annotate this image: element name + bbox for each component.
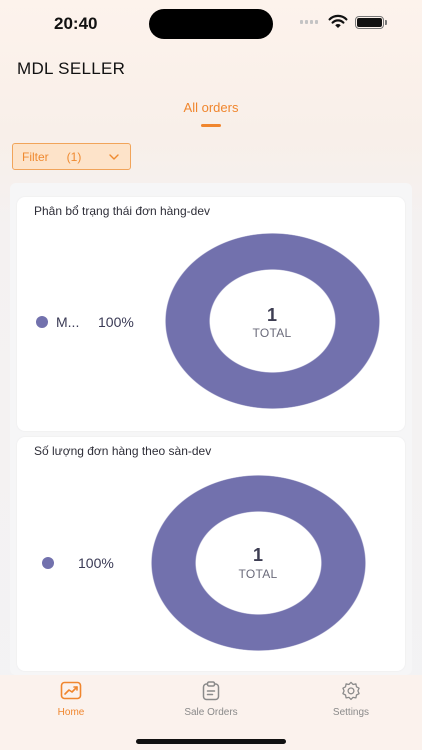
donut-total-value: 1 xyxy=(252,545,263,565)
chart-line-icon xyxy=(60,681,82,700)
nav-sale-orders[interactable]: Sale Orders xyxy=(161,681,261,718)
tab-all-orders[interactable]: All orders xyxy=(0,100,422,115)
nav-home-label: Home xyxy=(57,707,85,718)
legend-percent: 100% xyxy=(98,314,134,330)
donut-total-value: 1 xyxy=(266,305,277,325)
legend-marker xyxy=(36,316,48,328)
status-time: 20:40 xyxy=(54,14,98,33)
chart-card-order-status: Phân bổ trạng thái đơn hàng-dev M... 100… xyxy=(17,197,405,431)
donut-total-label: TOTAL xyxy=(252,326,292,340)
dynamic-island xyxy=(149,9,273,39)
active-tab-indicator xyxy=(201,124,221,127)
chart-card-orders-by-channel: Số lượng đơn hàng theo sàn-dev 100% 1 TO… xyxy=(17,437,405,671)
clipboard-icon xyxy=(202,681,220,701)
nav-settings[interactable]: Settings xyxy=(301,681,401,718)
status-bar: 20:40 xyxy=(0,0,422,48)
battery-icon xyxy=(355,16,387,29)
legend-label: M... xyxy=(56,314,80,330)
home-indicator xyxy=(136,739,286,744)
nav-home[interactable]: Home xyxy=(21,681,121,718)
filter-count: (1) xyxy=(66,149,82,164)
cellular-signal-icon xyxy=(300,20,318,24)
legend-percent: 100% xyxy=(78,555,114,571)
legend-marker xyxy=(42,557,54,569)
app-title: MDL SELLER xyxy=(17,59,126,78)
chart-title: Số lượng đơn hàng theo sàn-dev xyxy=(34,444,212,458)
wifi-icon xyxy=(328,14,348,28)
gear-icon xyxy=(342,681,360,701)
nav-settings-label: Settings xyxy=(332,707,370,718)
filter-dropdown[interactable]: Filter (1) xyxy=(12,143,131,170)
donut-total-label: TOTAL xyxy=(238,567,278,581)
nav-sale-orders-label: Sale Orders xyxy=(184,707,238,718)
filter-label: Filter xyxy=(22,149,49,164)
chart-title: Phân bổ trạng thái đơn hàng-dev xyxy=(34,204,210,218)
chevron-down-icon xyxy=(109,154,119,160)
